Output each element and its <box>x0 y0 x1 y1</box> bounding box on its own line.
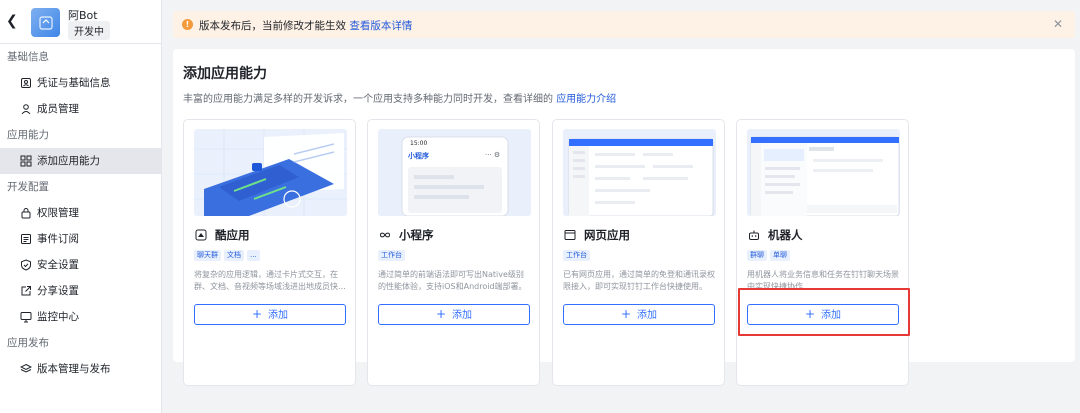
sidebar-item-label: 版本管理与发布 <box>37 363 111 375</box>
group-title-release: 应用发布 <box>7 337 49 349</box>
thumb-title: 小程序 <box>408 152 429 160</box>
back-arrow-icon[interactable]: ❮ <box>6 13 20 29</box>
card-description: 将复杂的应用逻辑，通过卡片式交互，在群、文档、音视频等场域浅进出地成员快... <box>194 270 346 291</box>
plus-icon: + <box>435 307 447 321</box>
card-description: 已有网页应用，通过简单的免登和通讯录权限接入，即可实现钉钉工作台快捷使用。 <box>563 270 715 291</box>
cool-app-icon <box>195 229 207 241</box>
sidebar-item-members[interactable]: 成员管理 <box>0 96 161 122</box>
event-icon <box>20 233 32 245</box>
sidebar-item-label: 监控中心 <box>37 311 79 323</box>
cool-app-preview <box>194 129 347 216</box>
card-description: 通过简单的前端语法即可写出Native级别的性能体验，支持iOS和Android… <box>378 270 527 291</box>
panel-description: 丰富的应用能力满足多样的开发诉求，一个应用支持多种能力同时开发，查看详细的 <box>183 94 553 105</box>
layers-icon <box>20 363 32 375</box>
sidebar-item-monitor[interactable]: 监控中心 <box>0 304 161 330</box>
sidebar-item-label: 事件订阅 <box>37 233 79 245</box>
mini-program-preview: 15:00 小程序 ··· ⚙ <box>378 129 531 216</box>
sidebar-item-versions[interactable]: 版本管理与发布 <box>0 356 161 382</box>
plus-icon: + <box>251 307 263 321</box>
tag: 单聊 <box>770 250 790 261</box>
sidebar-item-label: 安全设置 <box>37 259 79 271</box>
page-title: 添加应用能力 <box>183 66 267 82</box>
tag: 群聊 <box>747 250 767 261</box>
tag: 文档 <box>224 250 244 261</box>
sidebar-item-permissions[interactable]: 权限管理 <box>0 200 161 226</box>
capability-card-cool-app: 酷应用 聊天群 文档 ... 将复杂的应用逻辑，通过卡片式交互，在群、文档、音视… <box>183 119 356 386</box>
close-icon[interactable]: ✕ <box>1053 17 1063 31</box>
shield-icon <box>20 259 32 271</box>
add-mini-program-button[interactable]: + 添加 <box>378 304 530 325</box>
app-logo <box>31 8 60 37</box>
warning-icon: ! <box>182 19 193 30</box>
capability-card-robot: 机器人 群聊 单聊 用机器人将业务信息和任务在钉钉聊天场景中实现快捷协作... … <box>736 119 909 386</box>
lock-icon <box>20 207 32 219</box>
tag: ... <box>247 250 260 261</box>
robot-preview <box>747 129 900 216</box>
capability-panel: 添加应用能力 丰富的应用能力满足多样的开发诉求，一个应用支持多种能力同时开发，查… <box>173 49 1075 386</box>
notice-text: 版本发布后，当前修改才能生效 <box>199 20 346 32</box>
monitor-icon <box>20 311 32 323</box>
robot-icon <box>748 229 760 241</box>
tag-list: 聊天群 文档 ... <box>194 250 260 261</box>
sidebar-item-label: 分享设置 <box>37 285 79 297</box>
card-title: 机器人 <box>768 228 803 242</box>
tag: 工作台 <box>378 250 405 261</box>
card-title: 酷应用 <box>215 228 250 242</box>
member-icon <box>20 103 32 115</box>
share-icon <box>20 285 32 297</box>
sidebar-item-label: 成员管理 <box>37 103 79 115</box>
tag: 工作台 <box>563 250 590 261</box>
tag-list: 群聊 单聊 <box>747 250 790 261</box>
sidebar-item-label: 添加应用能力 <box>37 155 100 167</box>
capability-intro-link[interactable]: 应用能力介绍 <box>556 94 616 105</box>
sidebar: ❮ 阿Bot 开发中 基础信息 凭证与基础信息 成员管理 应用能力 添加应用能力… <box>0 0 162 413</box>
group-title-basic: 基础信息 <box>7 51 49 63</box>
capability-card-mini-program: 15:00 小程序 ··· ⚙ 小程序 工作台 通过简单的前端语法即可写出Nat… <box>367 119 540 386</box>
sidebar-item-security[interactable]: 安全设置 <box>0 252 161 278</box>
card-title: 小程序 <box>399 228 434 242</box>
notice-bar: ! 版本发布后，当前修改才能生效 查看版本详情 ✕ <box>173 11 1075 38</box>
sidebar-item-events[interactable]: 事件订阅 <box>0 226 161 252</box>
tag: 聊天群 <box>194 250 221 261</box>
add-cool-app-button[interactable]: + 添加 <box>194 304 346 325</box>
grid-icon <box>20 155 32 167</box>
status-badge: 开发中 <box>68 21 110 40</box>
sidebar-item-label: 凭证与基础信息 <box>37 77 111 89</box>
thumb-time: 15:00 <box>410 140 428 147</box>
sidebar-item-label: 权限管理 <box>37 207 79 219</box>
add-web-app-button[interactable]: + 添加 <box>563 304 715 325</box>
sidebar-item-credentials[interactable]: 凭证与基础信息 <box>0 70 161 96</box>
capability-card-web-app: 网页应用 工作台 已有网页应用，通过简单的免登和通讯录权限接入，即可实现钉钉工作… <box>552 119 725 386</box>
tag-list: 工作台 <box>378 250 405 261</box>
version-details-link[interactable]: 查看版本详情 <box>349 20 412 32</box>
group-title-capability: 应用能力 <box>7 129 49 141</box>
sidebar-item-add-capability[interactable]: 添加应用能力 <box>0 148 161 174</box>
highlight-box <box>738 288 910 336</box>
sidebar-item-share[interactable]: 分享设置 <box>0 278 161 304</box>
app-header: ❮ 阿Bot 开发中 <box>0 0 161 44</box>
plus-icon: + <box>620 307 632 321</box>
card-title: 网页应用 <box>584 228 631 242</box>
group-title-dev-config: 开发配置 <box>7 181 49 193</box>
web-app-preview <box>563 129 716 216</box>
tag-list: 工作台 <box>563 250 590 261</box>
credential-icon <box>20 77 32 89</box>
browser-icon <box>564 229 576 241</box>
infinity-icon <box>379 229 391 241</box>
thumb-menu-icon: ··· ⚙ <box>485 151 501 159</box>
